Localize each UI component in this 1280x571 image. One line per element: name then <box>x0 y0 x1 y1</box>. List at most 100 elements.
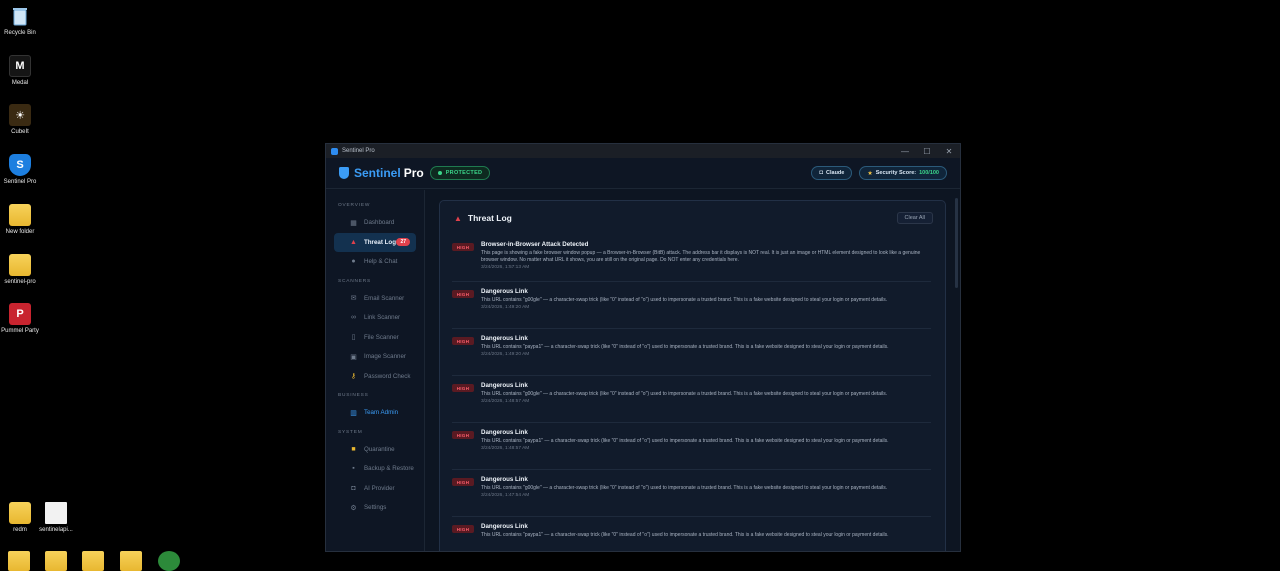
folder-icon[interactable] <box>45 551 67 571</box>
sidebar-item-file-scanner[interactable]: ▯ File Scanner <box>334 328 416 348</box>
sidebar-item-dashboard[interactable]: ▦ Dashboard <box>334 213 416 233</box>
threat-description: This URL contains "g00gle" — a character… <box>481 391 888 397</box>
email-icon: ✉ <box>350 295 357 303</box>
sidebar-item-label: Backup & Restore <box>364 465 414 473</box>
brand-name-accent: Sentinel <box>354 166 401 180</box>
pummel-party-icon: P <box>9 303 31 325</box>
desktop-icon-label: sentinel-pro <box>4 279 36 285</box>
sidebar-item-label: Quarantine <box>364 445 395 453</box>
hs-app-icon[interactable] <box>158 551 180 571</box>
threat-title: Dangerous Link <box>481 476 528 483</box>
folder-icon[interactable] <box>82 551 104 571</box>
main-content: ▲ Threat Log Clear All HIGH Browser-in-B… <box>426 190 960 551</box>
key-icon: ⚷ <box>350 373 357 381</box>
app-window: Sentinel Pro — ☐ ✕ Sentinel Pro PROTECTE… <box>325 143 961 552</box>
threat-entry[interactable]: HIGH Dangerous Link This URL contains "p… <box>452 329 931 376</box>
brand-logo: Sentinel Pro <box>339 166 424 180</box>
threat-timestamp: 3/24/2026, 1:48:57 AM <box>481 399 530 404</box>
threat-description: This URL contains "g00gle" — a character… <box>481 485 888 491</box>
alarm-icon: ▲ <box>454 213 462 223</box>
threat-entry[interactable]: HIGH Browser-in-Browser Attack Detected … <box>452 235 931 282</box>
window-title: Sentinel Pro <box>342 148 375 154</box>
desktop-icon-label: Medal <box>11 80 29 86</box>
threat-entry[interactable]: HIGH Dangerous Link This URL contains "p… <box>452 423 931 470</box>
threat-description: This URL contains "paypa1" — a character… <box>481 532 889 538</box>
desktop-icon-redm[interactable]: redm <box>0 502 40 534</box>
desktop-icon-label: New folder <box>5 229 35 235</box>
security-score-value: 100/100 <box>919 170 939 176</box>
folder-icon[interactable] <box>8 551 30 571</box>
sidebar-item-password-check[interactable]: ⚷ Password Check <box>334 367 416 387</box>
severity-badge: HIGH <box>452 525 474 533</box>
star-icon: ★ <box>867 170 873 177</box>
sentinel-shield-icon: S <box>9 154 31 176</box>
shield-icon <box>339 167 349 179</box>
threat-title: Dangerous Link <box>481 288 528 295</box>
sidebar-item-label: Email Scanner <box>364 294 405 302</box>
sidebar-item-label: Password Check <box>364 372 411 380</box>
sidebar-item-label: Link Scanner <box>364 314 401 322</box>
chat-icon: ● <box>351 258 356 266</box>
status-badge: PROTECTED <box>429 166 491 180</box>
sidebar-item-email-scanner[interactable]: ✉ Email Scanner <box>334 289 416 309</box>
robot-icon: ◘ <box>819 170 824 176</box>
sidebar-item-help-chat[interactable]: ● Help & Chat <box>334 252 416 272</box>
sidebar-item-quarantine[interactable]: ■ Quarantine <box>334 440 416 460</box>
sidebar-item-threat-log[interactable]: ▲ Threat Log 27 <box>334 232 416 252</box>
desktop-icon-recycle-bin[interactable]: Recycle Bin <box>0 5 40 37</box>
threat-entry[interactable]: HIGH Dangerous Link This URL contains "g… <box>452 376 931 423</box>
sidebar-item-backup-restore[interactable]: ▪ Backup & Restore <box>334 459 416 479</box>
card-title: ▲ Threat Log <box>454 213 512 223</box>
sidebar-item-settings[interactable]: ⚙ Settings <box>334 498 416 518</box>
desktop-icon-label: redm <box>13 527 27 533</box>
threat-entry[interactable]: HIGH Dangerous Link This URL contains "g… <box>452 282 931 329</box>
threat-title: Dangerous Link <box>481 429 528 436</box>
sidebar-item-label: Threat Log <box>364 238 396 246</box>
folder-icon <box>9 502 31 524</box>
window-titlebar[interactable]: Sentinel Pro — ☐ ✕ <box>326 144 960 158</box>
desktop-icon-sentinelapi[interactable]: sentinelapi... <box>36 502 76 534</box>
desktop-icon-cubeit[interactable]: ☀ CubeIt <box>0 104 40 136</box>
ai-provider-pill[interactable]: ◘ Claude <box>811 166 853 180</box>
threat-entry[interactable]: HIGH Dangerous Link This URL contains "g… <box>452 470 931 517</box>
threat-title: Dangerous Link <box>481 523 528 530</box>
desktop-icon-label: Sentinel Pro <box>3 179 37 185</box>
threat-title: Dangerous Link <box>481 382 528 389</box>
sidebar-section-system: SYSTEM <box>338 429 363 435</box>
desktop-icon-medal[interactable]: M Medal <box>0 55 40 87</box>
folder-icon[interactable] <box>120 551 142 571</box>
close-button[interactable]: ✕ <box>938 147 960 156</box>
severity-badge: HIGH <box>452 478 474 486</box>
security-score-pill[interactable]: ★ Security Score: 100/100 <box>859 166 947 180</box>
desktop-icon-label: CubeIt <box>11 129 29 135</box>
link-icon: ∞ <box>351 314 356 322</box>
dashboard-icon: ▦ <box>350 219 357 227</box>
building-icon: ▥ <box>350 409 357 417</box>
sidebar-item-image-scanner[interactable]: ▣ Image Scanner <box>334 347 416 367</box>
medal-app-icon: M <box>9 55 31 77</box>
threat-timestamp: 3/24/2026, 1:49:20 AM <box>481 352 530 357</box>
gear-icon: ⚙ <box>350 504 357 512</box>
app-header: Sentinel Pro PROTECTED ◘ Claude ★ Securi… <box>326 158 960 189</box>
threat-timestamp: 3/24/2026, 1:47:54 AM <box>481 493 530 498</box>
status-dot-icon <box>437 171 442 175</box>
desktop-icon-label: Pummel Party <box>1 328 39 334</box>
sidebar-item-team-admin[interactable]: ▥ Team Admin <box>334 403 416 423</box>
security-score-label: Security Score: <box>875 170 917 176</box>
desktop-icon-new-folder[interactable]: New folder <box>0 204 40 236</box>
threat-list: HIGH Browser-in-Browser Attack Detected … <box>440 235 945 551</box>
clear-all-button[interactable]: Clear All <box>896 212 933 224</box>
desktop-icon-pummel-party[interactable]: P Pummel Party <box>0 303 40 335</box>
maximize-button[interactable]: ☐ <box>916 147 938 156</box>
scrollbar-thumb[interactable] <box>955 198 958 288</box>
severity-badge: HIGH <box>452 243 474 251</box>
sidebar-item-label: File Scanner <box>364 333 399 341</box>
threat-entry[interactable]: HIGH Dangerous Link This URL contains "p… <box>452 517 931 551</box>
sidebar-item-link-scanner[interactable]: ∞ Link Scanner <box>334 308 416 328</box>
sidebar-item-ai-provider[interactable]: ◘ AI Provider <box>334 479 416 499</box>
desktop-icon-sentinel-pro[interactable]: S Sentinel Pro <box>0 154 40 186</box>
desktop-icon-sentinel-pro-folder[interactable]: sentinel-pro <box>0 254 40 286</box>
robot-icon: ◘ <box>351 484 356 492</box>
minimize-button[interactable]: — <box>894 147 916 156</box>
severity-badge: HIGH <box>452 290 474 298</box>
